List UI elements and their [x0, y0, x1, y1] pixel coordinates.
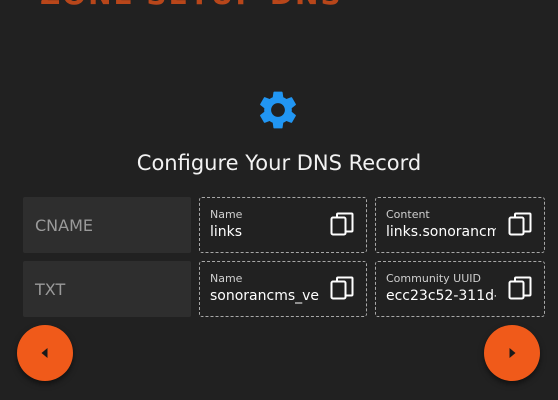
field-value: ecc23c52-311d-4: [386, 288, 496, 304]
cname-name-field[interactable]: Name links: [199, 197, 367, 253]
copy-icon[interactable]: [330, 276, 354, 302]
field-label: Community UUID: [386, 272, 481, 285]
copy-icon[interactable]: [330, 212, 354, 238]
copy-icon[interactable]: [508, 212, 532, 238]
field-value: links.sonorancm: [386, 224, 496, 240]
field-value: sonorancms_ver: [210, 288, 320, 304]
page-title: Configure Your DNS Record: [136, 151, 422, 175]
banner-text: ZONE SETUP DNS: [40, 0, 343, 11]
bottom-bar: [0, 318, 558, 400]
field-value: links: [210, 224, 243, 240]
chevron-left-icon: [41, 348, 48, 358]
field-label: Content: [386, 208, 430, 221]
field-label: Name: [210, 272, 243, 285]
cname-content-field[interactable]: Content links.sonorancm: [375, 197, 545, 253]
record-type-txt: TXT: [23, 261, 191, 317]
txt-name-field[interactable]: Name sonorancms_ver: [199, 261, 367, 317]
previous-button[interactable]: [17, 325, 73, 381]
next-button[interactable]: [484, 325, 540, 381]
chevron-right-icon: [509, 348, 516, 358]
record-type-cname: CNAME: [23, 197, 191, 253]
txt-content-field[interactable]: Community UUID ecc23c52-311d-4: [375, 261, 545, 317]
background-banner: ZONE SETUP DNS: [0, 0, 558, 12]
field-label: Name: [210, 208, 243, 221]
gear-icon: [260, 91, 296, 129]
copy-icon[interactable]: [508, 276, 532, 302]
